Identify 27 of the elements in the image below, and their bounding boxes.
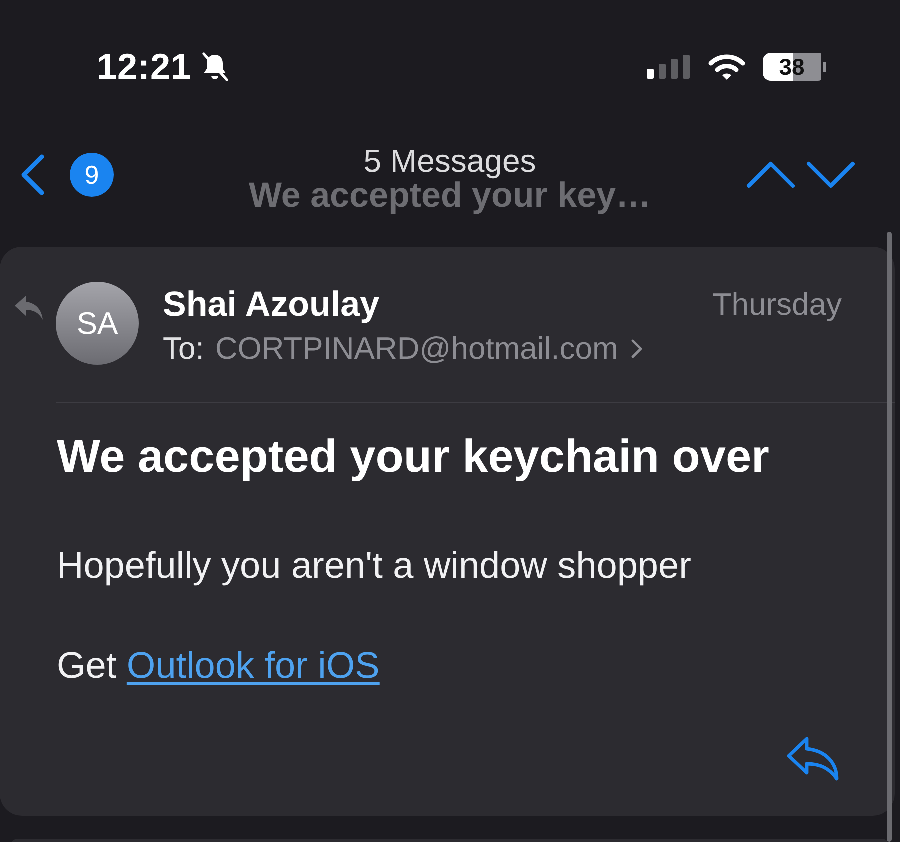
clock-time: 12:21 [97, 47, 192, 87]
previous-message-button[interactable] [746, 161, 796, 189]
message-date: Thursday [712, 286, 842, 324]
to-label: To: [163, 330, 204, 368]
bell-slash-icon [200, 52, 229, 82]
battery-indicator: 38 [763, 53, 826, 81]
chevron-right-icon [631, 339, 644, 359]
email-subject: We accepted your keychain over [57, 429, 770, 484]
replied-arrow-icon [14, 295, 44, 321]
recipient-address[interactable]: CORTPINARD@hotmail.com [215, 328, 618, 370]
reply-button[interactable] [786, 736, 840, 782]
chevron-left-icon [20, 154, 46, 196]
back-button[interactable] [20, 154, 46, 196]
sender-name: Shai Azoulay [163, 284, 380, 326]
reply-arrow-icon [786, 736, 840, 782]
unread-count-badge: 9 [70, 153, 114, 197]
next-message-button[interactable] [806, 161, 856, 189]
sender-avatar: SA [56, 282, 139, 365]
outlook-link[interactable]: Outlook for iOS [126, 645, 380, 686]
chevron-up-icon [746, 161, 796, 189]
email-body: Hopefully you aren't a window shopper [57, 544, 692, 588]
thread-count-title: 5 Messages [364, 145, 536, 178]
signature-text: Get Outlook for iOS [57, 644, 381, 688]
chevron-down-icon [806, 161, 856, 189]
thread-subject-subtitle: We accepted your key… [248, 178, 652, 214]
cellular-signal-icon [647, 55, 690, 79]
wifi-icon [708, 54, 746, 80]
